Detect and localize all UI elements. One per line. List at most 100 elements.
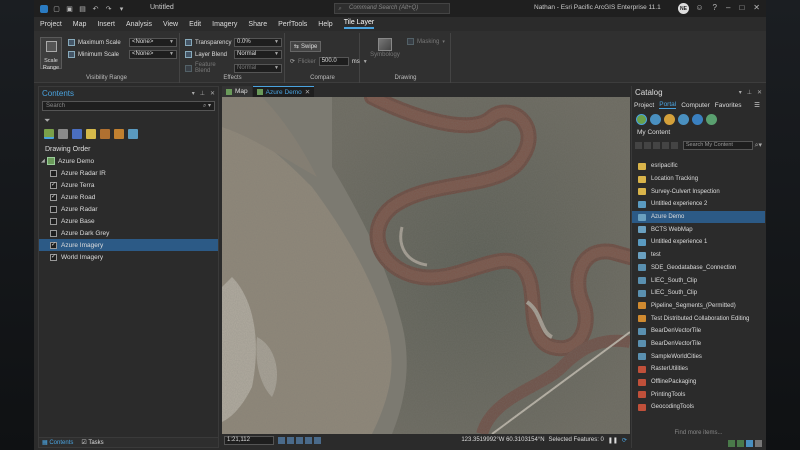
tab-project[interactable]: Project: [40, 21, 62, 28]
list-by-perspective-icon[interactable]: [128, 129, 138, 139]
pane-menu-icon[interactable]: ▾: [192, 90, 195, 97]
layer-item-azure-radar[interactable]: Azure Radar: [39, 203, 218, 215]
tab-edit[interactable]: Edit: [189, 21, 201, 28]
catalog-item-esripacific[interactable]: esripacific: [632, 160, 765, 173]
command-search-input[interactable]: ⌕ Command Search (Alt+Q): [334, 3, 450, 14]
search-icon[interactable]: ⌕▾: [755, 141, 762, 150]
layer-visibility-checkbox[interactable]: [50, 181, 57, 189]
catalog-item-beardenvectortile[interactable]: BearDenVectorTile: [632, 338, 765, 351]
grid-icon[interactable]: [278, 436, 285, 444]
back-icon[interactable]: [635, 142, 642, 149]
tab-portal[interactable]: Portal: [659, 101, 677, 109]
rotation-icon[interactable]: [296, 436, 303, 444]
redo-icon[interactable]: ↷: [104, 4, 113, 13]
living-atlas-icon[interactable]: [692, 114, 703, 125]
catalog-item-untitled-experience-1[interactable]: Untitled experience 1: [632, 236, 765, 249]
tab-perftools[interactable]: PerfTools: [278, 21, 307, 28]
catalog-item-beardenvectortile[interactable]: BearDenVectorTile: [632, 325, 765, 338]
help-icon[interactable]: ?: [713, 3, 717, 12]
open-icon[interactable]: ▣: [65, 4, 74, 13]
layer-visibility-checkbox[interactable]: [50, 193, 57, 201]
forward-icon[interactable]: [643, 142, 651, 149]
transparency-input[interactable]: 0.0% ▼: [234, 38, 282, 47]
sort-icon[interactable]: [661, 142, 669, 149]
close-icon[interactable]: ✕: [753, 3, 760, 12]
refresh-icon[interactable]: ⟳: [622, 437, 627, 444]
close-icon[interactable]: ✕: [757, 89, 762, 96]
maximize-icon[interactable]: □: [739, 3, 744, 12]
catalog-item-geocodingtools[interactable]: GeocodingTools: [632, 401, 765, 414]
catalog-item-location-tracking[interactable]: Location Tracking: [632, 173, 765, 186]
tab-contents[interactable]: ▦ Contents: [42, 439, 73, 446]
layer-item-azure-radar-ir[interactable]: Azure Radar IR: [39, 167, 218, 179]
tab-azure-demo[interactable]: Azure Demo ✕: [252, 86, 315, 97]
swipe-button[interactable]: ⇆ Swipe: [290, 41, 322, 52]
customize-icon[interactable]: ▾: [117, 4, 126, 13]
layer-item-azure-imagery[interactable]: Azure Imagery: [39, 239, 218, 251]
arcgis-online-icon[interactable]: [678, 114, 689, 125]
fixed-zoom-icon[interactable]: [287, 436, 294, 444]
close-icon[interactable]: ✕: [305, 88, 310, 96]
contents-search-input[interactable]: Search ⌕ ▾: [42, 101, 215, 111]
tab-tasks[interactable]: ☑ Tasks: [81, 439, 103, 446]
pin-icon[interactable]: ⊥: [747, 89, 752, 96]
layer-item-azure-dark-grey[interactable]: Azure Dark Grey: [39, 227, 218, 239]
catalog-item-bcts-webmap[interactable]: BCTS WebMap: [632, 223, 765, 236]
layer-visibility-checkbox[interactable]: [50, 205, 57, 213]
my-content-icon[interactable]: [636, 114, 647, 125]
avatar[interactable]: NE: [678, 3, 689, 14]
filter-icon[interactable]: [670, 142, 678, 149]
groups-icon[interactable]: [650, 114, 661, 125]
catalog-item-test[interactable]: test: [632, 249, 765, 262]
map-node[interactable]: ◢ Azure Demo: [39, 155, 218, 167]
tab-map[interactable]: Map: [222, 86, 252, 97]
catalog-item-azure-demo[interactable]: Azure Demo: [632, 210, 765, 224]
filter-icon[interactable]: ⏷: [44, 116, 50, 126]
tab-share[interactable]: Share: [248, 21, 267, 28]
list-by-data-source-icon[interactable]: [58, 129, 68, 139]
map-view[interactable]: [222, 97, 630, 434]
layer-blend-dropdown[interactable]: Normal ▼: [234, 50, 282, 59]
list-by-snapping-icon[interactable]: [100, 129, 110, 139]
layer-item-azure-terra[interactable]: Azure Terra: [39, 179, 218, 191]
layer-visibility-checkbox[interactable]: [50, 217, 57, 225]
layer-visibility-checkbox[interactable]: [50, 253, 57, 261]
tab-project[interactable]: Project: [634, 102, 654, 109]
tab-help[interactable]: Help: [318, 21, 332, 28]
catalog-item-untitled-experience-2[interactable]: Untitled experience 2: [632, 198, 765, 211]
catalog-item-survey-culvert-inspection[interactable]: Survey-Culvert Inspection: [632, 185, 765, 198]
list-by-editing-icon[interactable]: [86, 129, 96, 139]
pane-menu-icon[interactable]: ▾: [739, 89, 742, 96]
minimum-scale-dropdown[interactable]: <None> ▼: [129, 50, 177, 59]
notification-icon[interactable]: ☺: [695, 3, 703, 12]
undo-icon[interactable]: ↶: [91, 4, 100, 13]
find-more-items-link[interactable]: Find more items...: [632, 430, 765, 436]
catalog-item-offlinepackaging[interactable]: OfflinePackaging: [632, 376, 765, 389]
minimize-icon[interactable]: –: [726, 3, 730, 12]
measure-icon[interactable]: [314, 436, 321, 444]
flicker-input[interactable]: 500.0: [318, 57, 349, 66]
pin-icon[interactable]: ⊥: [200, 90, 205, 97]
symbology-button[interactable]: Symbology: [369, 37, 401, 67]
details-icon[interactable]: [755, 439, 762, 447]
masking-label[interactable]: Masking: [417, 39, 439, 45]
close-icon[interactable]: ✕: [210, 90, 215, 97]
pause-drawing-icon[interactable]: ❚❚: [608, 437, 618, 444]
tab-imagery[interactable]: Imagery: [212, 21, 237, 28]
tab-analysis[interactable]: Analysis: [126, 21, 152, 28]
add-item-icon[interactable]: [737, 439, 744, 447]
tab-insert[interactable]: Insert: [97, 21, 115, 28]
catalog-item-pipeline-segments-permitted[interactable]: Pipeline_Segments_(Permitted): [632, 300, 765, 313]
list-by-drawing-order-icon[interactable]: [44, 129, 54, 139]
signed-in-user[interactable]: Nathan - Esri Pacific ArcGIS Enterprise …: [534, 4, 661, 11]
new-project-icon[interactable]: ▢: [52, 4, 61, 13]
navigator-icon[interactable]: [305, 436, 312, 444]
list-by-labeling-icon[interactable]: [114, 129, 124, 139]
save-icon[interactable]: ▤: [78, 4, 87, 13]
catalog-item-test-distributed-collaboration-editing[interactable]: Test Distributed Collaboration Editing: [632, 312, 765, 325]
catalog-view-icon[interactable]: [728, 439, 735, 447]
map-scale-dropdown[interactable]: 1:21,112: [224, 435, 274, 445]
tab-computer[interactable]: Computer: [681, 102, 710, 109]
partner-content-icon[interactable]: [706, 114, 717, 125]
refresh-icon[interactable]: [746, 439, 753, 447]
